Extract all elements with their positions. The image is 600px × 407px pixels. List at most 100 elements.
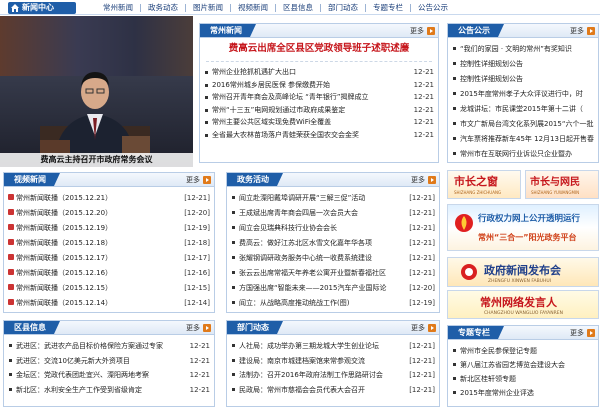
list-item[interactable]: 阎立赴溧阳戴埠调研开展“三解三促”活动 [12-21] xyxy=(227,191,439,206)
more-arrow-icon[interactable] xyxy=(428,176,436,184)
mayor-netizen-subtitle: SHIZHANG YUWANGMIN xyxy=(531,190,580,195)
more-arrow-icon[interactable] xyxy=(203,176,211,184)
list-item[interactable]: 王成斌出席青年商会四届一次会员大会 [12-21] xyxy=(227,206,439,221)
gov-activities-header: 政务活动 更多 xyxy=(227,173,439,187)
nav-link-district-info[interactable]: 区县信息 xyxy=(276,3,321,12)
top-nav: 新闻中心 常州新闻 政务动态 图片新闻 视频新闻 区县信息 部门动态 专题专栏 … xyxy=(0,0,600,15)
list-item[interactable]: 2016常州城乡居民医保 参保缴费开始 12-21 xyxy=(200,78,438,92)
list-item[interactable]: 常州新闻联播（2015.12.14） [12-14] xyxy=(4,296,214,311)
list-item[interactable]: 龙城讲坛：市民课堂2015年第十二讲（ xyxy=(448,102,598,117)
power-transparency-title: 行政权力网上公开透明运行 xyxy=(478,214,581,224)
list-item[interactable]: 常州主要公共区域实现免费WiFi全覆盖 12-21 xyxy=(200,116,438,129)
list-item[interactable]: 张云云出席常福天年养老公寓开业暨新春福社区 [12-21] xyxy=(227,266,439,281)
list-item[interactable]: 张耀钢调研政务服务中心统一收费系统建设 [12-21] xyxy=(227,251,439,266)
district-info-more-link[interactable]: 更多 xyxy=(186,323,200,333)
video-news-more-link[interactable]: 更多 xyxy=(186,175,200,185)
list-item[interactable]: 常州新闻联播（2015.12.17） [12-17] xyxy=(4,251,214,266)
gov-activities-list: 阎立赴溧阳戴埠调研开展“三解三促”活动 [12-21] 王成斌出席青年商会四届一次… xyxy=(227,191,439,311)
list-item[interactable]: 常州企业抢抓机遇扩大出口 12-21 xyxy=(200,66,438,79)
district-info-list: 武进区：武进农产品目标价格保险方案通过专家 12-21 武进区：交流10亿美元新大… xyxy=(4,339,214,397)
list-item[interactable]: 新北区桂轩领专题 xyxy=(448,372,598,386)
more-arrow-icon[interactable] xyxy=(587,27,595,35)
list-item[interactable]: 费高云：做好江苏北区水雪文化嘉年华各项 [12-21] xyxy=(227,236,439,251)
power-transparency-banner[interactable]: 行政权力网上公开透明运行 常州“三合一”阳光政务平台 xyxy=(447,204,599,251)
photo-caption[interactable]: 费高云主持召开市政府常务会议 xyxy=(0,153,193,167)
list-item[interactable]: 2015年度常州企业评选 xyxy=(448,386,598,400)
list-item[interactable]: 常州新闻联播（2015.12.20） [12-20] xyxy=(4,206,214,221)
list-item[interactable]: 民政局：常州市慈福会会员代表大会召开 [12-21] xyxy=(227,382,439,397)
nav-link-special-topics[interactable]: 专题专栏 xyxy=(366,3,411,12)
list-item[interactable]: 全省最大农林苗场落户青蛙荣获全国农交会金奖 12-21 xyxy=(200,128,438,142)
press-conference-banner[interactable]: 政府新闻发布会 ZHENGFU XINWEN FABUHUI xyxy=(447,257,599,287)
special-topics-more-link[interactable]: 更多 xyxy=(570,328,584,338)
changzhou-news-title: 常州新闻 xyxy=(200,24,256,37)
list-item[interactable]: 常州新闻联播（2015.12.16） [12-16] xyxy=(4,266,214,281)
list-item[interactable]: 金坛区：党政代表团赴宜兴、溧阳两地考察 12-21 xyxy=(4,368,214,383)
list-item[interactable]: 新北区：水利安全生产工作受到省级肯定 12-21 xyxy=(4,382,214,397)
nav-link-dept-news[interactable]: 部门动态 xyxy=(321,3,366,12)
nav-home-label: 新闻中心 xyxy=(22,3,54,12)
list-item[interactable]: 法制办：召开2016年政府法制工作思路研讨会 [12-21] xyxy=(227,368,439,383)
list-item[interactable]: “我们的家园 · 文明的常州”有奖知识 xyxy=(448,42,598,57)
notices-title: 公告公示 xyxy=(448,24,504,37)
nav-links: 常州新闻 政务动态 图片新闻 视频新闻 区县信息 部门动态 专题专栏 公告公示 xyxy=(96,0,455,15)
list-item[interactable]: 方国强出席“智能未来——2015汽车产业国际论 [12-20] xyxy=(227,281,439,296)
more-arrow-icon[interactable] xyxy=(427,27,435,35)
list-item[interactable]: 控制性详细规划公告 xyxy=(448,57,598,72)
sunshine-platform-label: 常州“三合一”阳光政务平台 xyxy=(478,233,577,242)
list-item[interactable]: 控制性详细规划公告 xyxy=(448,72,598,87)
changzhou-news-headline[interactable]: 费高云出席全区县区党政领导班子述职述廉 xyxy=(206,38,432,62)
more-arrow-icon[interactable] xyxy=(587,329,595,337)
dept-news-header: 部门动态 更多 xyxy=(227,321,439,335)
list-item[interactable]: 常州市在互联网行业诉讼只企业暨办 xyxy=(448,147,598,162)
notices-panel: 公告公示 更多 “我们的家园 · 文明的常州”有奖知识 控制性详细规划公告 控制… xyxy=(447,23,599,163)
list-item[interactable]: 常州新闻联播（2015.12.21） [12-21] xyxy=(4,191,214,206)
nav-home-tab[interactable]: 新闻中心 xyxy=(8,2,76,14)
more-arrow-icon[interactable] xyxy=(203,324,211,332)
list-item[interactable]: 常州新闻联播（2015.12.18） [12-18] xyxy=(4,236,214,251)
photo-news-slide[interactable]: 费高云主持召开市政府常务会议 xyxy=(0,16,193,167)
list-item[interactable]: 2015年度常州孝子大众评议进行中，时 xyxy=(448,87,598,102)
home-icon xyxy=(11,4,19,12)
list-item[interactable]: 建设局：南京市城建档案馆来常参观交流 [12-21] xyxy=(227,353,439,368)
video-news-title: 视频新闻 xyxy=(4,173,60,186)
mayor-netizen-label: 市长与网民 xyxy=(530,177,580,188)
notices-more-link[interactable]: 更多 xyxy=(570,26,584,36)
spokesperson-subtitle: CHANGZHOU WANGLUO FAYANREN xyxy=(484,311,563,316)
video-news-header: 视频新闻 更多 xyxy=(4,173,214,187)
list-item[interactable]: 常州市全民参保登记专题 xyxy=(448,344,598,358)
nav-link-changzhou-news[interactable]: 常州新闻 xyxy=(96,3,141,12)
list-item[interactable]: 常州新闻联播（2015.12.19） [12-19] xyxy=(4,221,214,236)
nav-link-photo-news[interactable]: 图片新闻 xyxy=(186,3,231,12)
gov-activities-more-link[interactable]: 更多 xyxy=(411,175,425,185)
video-news-panel: 视频新闻 更多 常州新闻联播（2015.12.21） [12-21] 常州新闻联播… xyxy=(3,172,215,313)
list-item[interactable]: 市文广新局台湾文化系列展2015“六个一批 xyxy=(448,117,598,132)
mayor-netizen-banner[interactable]: 市长与网民 SHIZHANG YUWANGMIN xyxy=(525,170,599,199)
more-arrow-icon[interactable] xyxy=(428,324,436,332)
nav-link-notices[interactable]: 公告公示 xyxy=(411,3,455,12)
list-item[interactable]: 常州新闻联播（2015.12.15） [12-15] xyxy=(4,281,214,296)
dept-news-more-link[interactable]: 更多 xyxy=(411,323,425,333)
press-conference-subtitle: ZHENGFU XINWEN FABUHUI xyxy=(488,279,551,284)
list-item[interactable]: 常州“十三五”电网规划通过市政府成果鉴定 12-21 xyxy=(200,103,438,117)
list-item[interactable]: 汽车票将推荐新车45年 12月13日起开售春 xyxy=(448,132,598,147)
photo-person-image xyxy=(40,72,150,156)
list-item[interactable]: 阎立：从战略高度推动统战工作(图) [12-19] xyxy=(227,296,439,311)
spokesperson-banner[interactable]: 常州网络发言人 CHANGZHOU WANGLUO FAYANREN xyxy=(447,290,599,319)
dept-news-title: 部门动态 xyxy=(227,321,283,334)
mayor-window-banner[interactable]: 市长之窗 SHIZHANG ZHICHUANG xyxy=(447,170,521,199)
dept-news-panel: 部门动态 更多 人社局：成功举办第三期龙城大学生创业论坛 [12-21] 建设局：… xyxy=(226,320,440,407)
list-item[interactable]: 阎立会见瑞典科技行业协会会长 [12-21] xyxy=(227,221,439,236)
list-item[interactable]: 武进区：武进农产品目标价格保险方案通过专家 12-21 xyxy=(4,339,214,354)
flame-logo-icon xyxy=(455,214,473,232)
list-item[interactable]: 人社局：成功举办第三期龙城大学生创业论坛 [12-21] xyxy=(227,339,439,354)
list-item[interactable]: 常州召开青年商会及高峰论坛 “青年银行”揭牌成立 12-21 xyxy=(200,91,438,104)
nav-link-gov-affairs[interactable]: 政务动态 xyxy=(141,3,186,12)
changzhou-news-more-link[interactable]: 更多 xyxy=(410,26,424,36)
press-logo-icon xyxy=(461,264,477,280)
nav-link-video-news[interactable]: 视频新闻 xyxy=(231,3,276,12)
mayor-window-subtitle: SHIZHANG ZHICHUANG xyxy=(454,190,502,195)
list-item[interactable]: 第八届江苏省园艺博览会建设大会 xyxy=(448,358,598,372)
district-info-panel: 区县信息 更多 武进区：武进农产品目标价格保险方案通过专家 12-21 武进区：交… xyxy=(3,320,215,407)
list-item[interactable]: 武进区：交流10亿美元新大外资项目 12-21 xyxy=(4,353,214,368)
